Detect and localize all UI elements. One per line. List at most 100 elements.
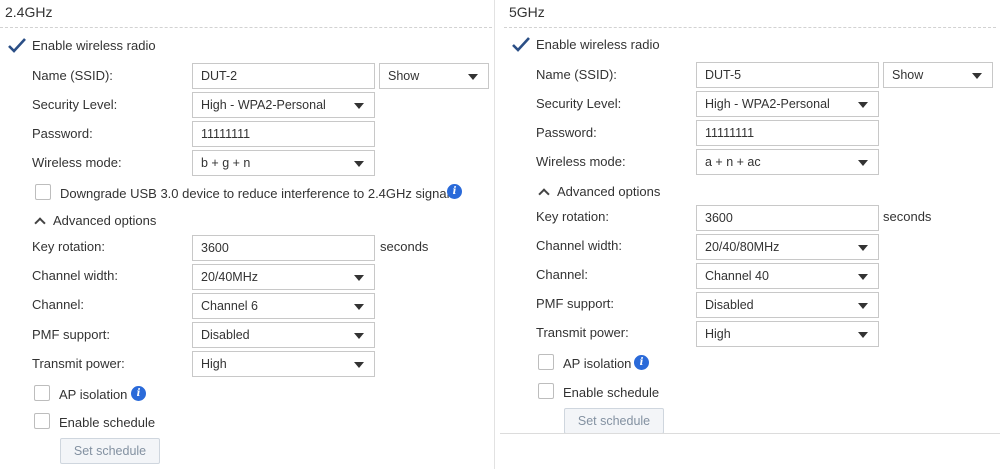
chevron-down-icon [354,304,364,310]
key-rotation-5-unit: seconds [883,209,932,224]
chevron-down-icon [354,275,364,281]
enable-radio-5-label: Enable wireless radio [536,37,660,52]
security-5-value: High - WPA2-Personal [705,97,830,111]
pmf-5-select[interactable]: Disabled [696,292,879,318]
channel-24-value: Channel 6 [201,299,258,313]
chevron-down-icon [858,303,868,309]
checkmark-icon [8,38,26,53]
schedule-5-label: Enable schedule [563,385,660,400]
band-24ghz-panel: 2.4GHz Enable wireless radio Name (SSID)… [0,0,496,469]
schedule-24-label: Enable schedule [59,415,156,430]
security-24-value: High - WPA2-Personal [201,98,326,112]
wireless-mode-24-value: b + g + n [201,156,251,170]
tx-power-5-select[interactable]: High [696,321,879,347]
chevron-down-icon [354,333,364,339]
chevron-down-icon [858,245,868,251]
title-separator [0,27,492,28]
wireless-mode-5-label: Wireless mode: [536,154,626,169]
ssid-5-input[interactable]: DUT-5 [696,62,879,88]
security-24-select[interactable]: High - WPA2-Personal [192,92,375,118]
info-icon[interactable]: i [131,386,146,401]
title-separator [504,27,996,28]
wireless-mode-5-select[interactable]: a + n + ac [696,149,879,175]
ap-isolation-24-label: AP isolation [59,387,128,402]
pmf-24-select[interactable]: Disabled [192,322,375,348]
schedule-24-checkbox[interactable] [34,413,50,429]
chevron-down-icon [468,74,478,80]
chevron-down-icon [354,161,364,167]
advanced-options-24-label: Advanced options [53,213,157,228]
password-5-input[interactable]: 11111111 [696,120,879,146]
security-24-label: Security Level: [32,97,118,112]
tx-power-24-select[interactable]: High [192,351,375,377]
key-rotation-24-label: Key rotation: [32,239,105,254]
ssid-5-label: Name (SSID): [536,67,617,82]
advanced-options-5-toggle[interactable]: Advanced options [538,184,661,200]
set-schedule-5-button[interactable]: Set schedule [564,408,664,434]
band-5ghz-title: 5GHz [509,4,545,20]
password-5-label: Password: [536,125,597,140]
password-24-label: Password: [32,126,93,141]
advanced-options-24-toggle[interactable]: Advanced options [34,213,157,229]
chevron-down-icon [858,160,868,166]
channel-width-24-select[interactable]: 20/40MHz [192,264,375,290]
band-5ghz-panel: 5GHz Enable wireless radio Name (SSID): … [500,0,1000,469]
advanced-options-5-label: Advanced options [557,184,661,199]
band-24ghz-title: 2.4GHz [5,4,53,20]
tx-power-5-value: High [705,327,731,341]
pmf-5-value: Disabled [705,298,754,312]
chevron-down-icon [858,274,868,280]
info-icon[interactable]: i [447,184,462,199]
channel-width-5-value: 20/40/80MHz [705,240,780,254]
enable-radio-24-checkbox[interactable] [8,38,26,54]
ssid-24-visibility-select[interactable]: Show [379,63,489,89]
chevron-down-icon [972,73,982,79]
channel-5-value: Channel 40 [705,269,769,283]
info-icon[interactable]: i [634,355,649,370]
key-rotation-5-input[interactable]: 3600 [696,205,879,231]
channel-width-5-label: Channel width: [536,238,622,253]
set-schedule-24-button[interactable]: Set schedule [60,438,160,464]
ssid-24-input[interactable]: DUT-2 [192,63,375,89]
chevron-up-icon [538,188,550,200]
pmf-5-label: PMF support: [536,296,615,311]
wireless-mode-5-value: a + n + ac [705,155,761,169]
checkmark-icon [512,37,530,52]
channel-width-5-select[interactable]: 20/40/80MHz [696,234,879,260]
tx-power-24-label: Transmit power: [32,356,125,371]
channel-5-label: Channel: [536,267,589,282]
wireless-mode-24-label: Wireless mode: [32,155,122,170]
channel-24-select[interactable]: Channel 6 [192,293,375,319]
ssid-5-visibility-select[interactable]: Show [883,62,993,88]
wireless-mode-24-select[interactable]: b + g + n [192,150,375,176]
key-rotation-24-unit: seconds [380,239,429,254]
pmf-24-value: Disabled [201,328,250,342]
security-5-label: Security Level: [536,96,622,111]
chevron-down-icon [354,362,364,368]
downgrade-usb-label: Downgrade USB 3.0 device to reduce inter… [60,186,450,201]
ap-isolation-24-checkbox[interactable] [34,385,50,401]
tx-power-24-value: High [201,357,227,371]
ssid-5-visibility-value: Show [892,68,924,82]
channel-width-24-label: Channel width: [32,268,118,283]
downgrade-usb-checkbox[interactable] [35,184,51,200]
chevron-down-icon [858,102,868,108]
enable-radio-5-checkbox[interactable] [512,37,530,53]
ap-isolation-5-checkbox[interactable] [538,354,554,370]
channel-width-24-value: 20/40MHz [201,270,258,284]
channel-24-label: Channel: [32,297,85,312]
key-rotation-5-label: Key rotation: [536,209,609,224]
pmf-24-label: PMF support: [32,327,111,342]
schedule-5-checkbox[interactable] [538,383,554,399]
chevron-down-icon [858,332,868,338]
password-24-input[interactable]: 11111111 [192,121,375,147]
panel-bottom-border [500,433,1000,434]
ssid-24-visibility-value: Show [388,69,420,83]
tx-power-5-label: Transmit power: [536,325,629,340]
key-rotation-24-input[interactable]: 3600 [192,235,375,261]
channel-5-select[interactable]: Channel 40 [696,263,879,289]
chevron-up-icon [34,217,46,229]
security-5-select[interactable]: High - WPA2-Personal [696,91,879,117]
chevron-down-icon [354,103,364,109]
ssid-24-label: Name (SSID): [32,68,113,83]
